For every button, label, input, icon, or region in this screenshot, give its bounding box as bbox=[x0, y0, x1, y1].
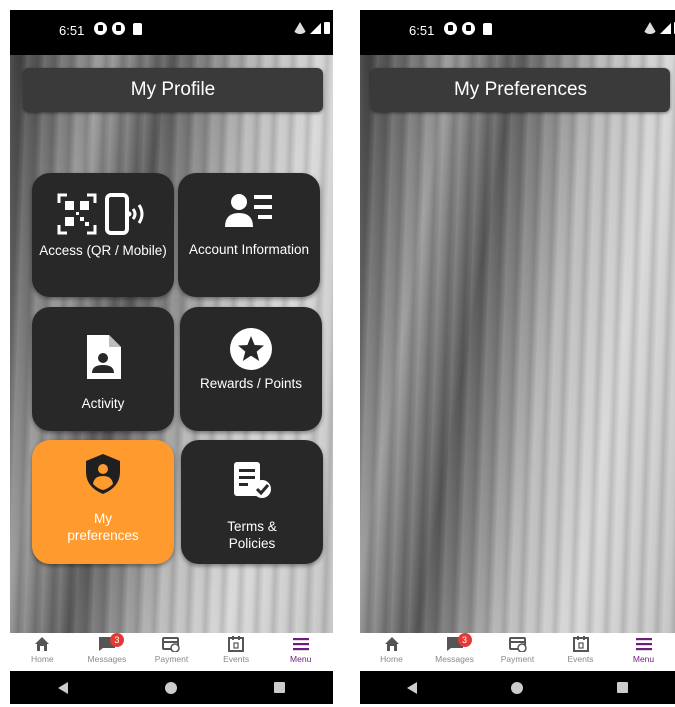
qr-mobile-icon bbox=[32, 193, 174, 237]
status-bar: 6:51 bbox=[10, 10, 333, 55]
back-icon[interactable] bbox=[58, 681, 69, 694]
tab-label: Payment bbox=[154, 654, 189, 664]
account-card-icon bbox=[178, 193, 320, 229]
tab-payment[interactable]: Payment bbox=[139, 633, 204, 671]
status-bar: 6:51 bbox=[360, 10, 675, 55]
tab-messages[interactable]: 3 Messages bbox=[423, 633, 486, 671]
tab-label: Menu bbox=[632, 654, 655, 664]
notification-icon bbox=[94, 22, 107, 35]
terms-policies-tile[interactable]: Terms & Policies bbox=[181, 440, 323, 564]
status-time: 6:51 bbox=[409, 23, 435, 38]
my-preferences-tile[interactable]: My preferences bbox=[32, 440, 174, 564]
tab-label: Messages bbox=[435, 654, 474, 664]
tab-label: Events bbox=[223, 654, 250, 664]
tile-label: Access (QR / Mobile) bbox=[39, 243, 167, 258]
tab-menu[interactable]: Menu bbox=[612, 633, 675, 671]
document-person-icon bbox=[32, 335, 174, 379]
tab-events[interactable]: Events bbox=[549, 633, 612, 671]
document-check-icon bbox=[181, 460, 323, 500]
calendar-icon bbox=[572, 636, 589, 652]
messages-badge: 3 bbox=[457, 633, 472, 647]
preferences-screen-body: My Preferences bbox=[360, 55, 675, 633]
payment-icon bbox=[162, 637, 181, 652]
menu-icon bbox=[292, 638, 309, 651]
home-icon bbox=[384, 637, 399, 651]
page-title: My Profile bbox=[23, 68, 323, 112]
sim-card-icon bbox=[483, 23, 492, 35]
signal-icon bbox=[660, 23, 671, 34]
notification-icon bbox=[444, 22, 457, 35]
tile-label: Activity bbox=[81, 396, 125, 411]
system-nav-bar bbox=[360, 671, 675, 704]
tile-label: Terms & Policies bbox=[227, 519, 277, 551]
home-circle-icon[interactable] bbox=[511, 681, 523, 694]
status-time: 6:51 bbox=[59, 23, 85, 38]
access-qr-mobile-tile[interactable]: Access (QR / Mobile) bbox=[32, 173, 174, 297]
signal-icon bbox=[310, 23, 321, 34]
menu-icon bbox=[635, 638, 652, 651]
home-icon bbox=[35, 637, 50, 651]
payment-icon bbox=[508, 637, 527, 652]
messages-badge: 3 bbox=[109, 633, 124, 647]
system-nav-bar bbox=[10, 671, 333, 704]
recents-icon[interactable] bbox=[617, 682, 628, 693]
tab-label: Menu bbox=[290, 654, 312, 664]
notification-icon bbox=[462, 22, 475, 35]
preferences-phone-screen: 6:51 My Preferences Home 3 Messages Paym… bbox=[360, 10, 675, 704]
tab-home[interactable]: Home bbox=[360, 633, 423, 671]
activity-tile[interactable]: Activity bbox=[32, 307, 174, 431]
profile-screen-body: My Profile Access (QR / Mobile) Account … bbox=[10, 55, 333, 633]
tab-label: Events bbox=[567, 654, 594, 664]
wifi-icon bbox=[293, 22, 307, 34]
notification-icon bbox=[112, 22, 125, 35]
home-circle-icon[interactable] bbox=[164, 681, 177, 694]
recents-icon[interactable] bbox=[273, 682, 285, 693]
star-badge-icon bbox=[180, 327, 322, 371]
back-icon[interactable] bbox=[407, 681, 417, 694]
tile-label: Rewards / Points bbox=[199, 376, 303, 391]
tab-events[interactable]: Events bbox=[204, 633, 269, 671]
bottom-tab-bar: Home 3 Messages Payment Events Menu bbox=[360, 633, 675, 671]
tab-menu[interactable]: Menu bbox=[268, 633, 333, 671]
wifi-icon bbox=[643, 22, 657, 34]
shield-person-icon bbox=[32, 454, 174, 494]
calendar-icon bbox=[228, 636, 245, 652]
tab-payment[interactable]: Payment bbox=[486, 633, 549, 671]
page-title: My Preferences bbox=[371, 68, 670, 112]
tile-label: Account Information bbox=[188, 242, 310, 257]
battery-icon bbox=[324, 22, 330, 34]
rewards-points-tile[interactable]: Rewards / Points bbox=[180, 307, 322, 431]
tile-label: My preferences bbox=[67, 511, 139, 543]
tab-label: Home bbox=[30, 654, 54, 664]
account-information-tile[interactable]: Account Information bbox=[178, 173, 320, 297]
tab-label: Messages bbox=[87, 654, 127, 664]
bottom-tab-bar: Home 3 Messages Payment Events Menu bbox=[10, 633, 333, 671]
profile-phone-screen: 6:51 My Profile Access (QR / Mobile) Acc… bbox=[10, 10, 333, 704]
tab-home[interactable]: Home bbox=[10, 633, 75, 671]
tab-label: Payment bbox=[500, 654, 535, 664]
tab-messages[interactable]: 3 Messages bbox=[75, 633, 140, 671]
sim-card-icon bbox=[133, 23, 142, 35]
tab-label: Home bbox=[380, 654, 403, 664]
